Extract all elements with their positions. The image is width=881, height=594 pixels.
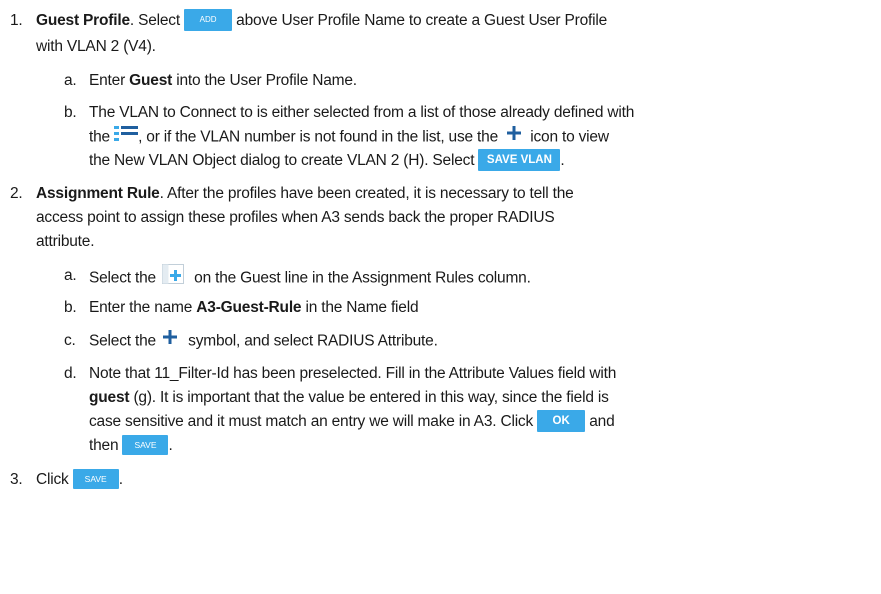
step-2c-text: Select the symbol, and select RADIUS Att… — [89, 330, 438, 352]
step-2d-letter: d. — [64, 365, 77, 382]
step-2-number: 2. — [10, 185, 23, 202]
step-2a-letter: a. — [64, 267, 77, 284]
step-2d-line-1: Note that 11_Filter-Id has been preselec… — [89, 365, 617, 382]
step-2d-line-2: guest (g). It is important that the valu… — [89, 389, 609, 406]
step-1-title: Guest Profile — [36, 12, 130, 30]
save-button[interactable]: SAVE — [72, 468, 119, 489]
save-button[interactable]: SAVE — [122, 434, 169, 455]
add-button[interactable]: ADD — [184, 9, 233, 31]
instruction-document: 1. Guest Profile. Select ADD above User … — [0, 0, 881, 594]
step-2-title: Assignment Rule — [36, 185, 160, 202]
plus-icon[interactable] — [506, 125, 522, 148]
step-2d-line-3: case sensitive and it must match an entr… — [89, 410, 615, 433]
step-2d-line-4: then SAVE. — [89, 434, 173, 457]
step-1b-line-2: the , or if the VLAN number is not found… — [89, 126, 609, 148]
add-rule-icon[interactable] — [162, 264, 185, 291]
step-2-line-3: attribute. — [36, 233, 95, 250]
step-1a-text: Enter Guest into the User Profile Name. — [89, 72, 357, 89]
step-1-number: 1. — [10, 12, 23, 29]
step-1a-letter: a. — [64, 72, 77, 89]
step-2a-text: Select the on the Guest line in the Assi… — [89, 264, 531, 287]
step-1-line-2: with VLAN 2 (V4). — [36, 38, 156, 55]
step-3-text: Click SAVE. — [36, 468, 123, 491]
ok-button[interactable]: OK — [537, 410, 586, 432]
step-2b-text: Enter the name A3-Guest-Rule in the Name… — [89, 299, 419, 316]
save-vlan-button[interactable]: SAVE VLAN — [478, 149, 561, 171]
step-1-line-1: Guest Profile. Select ADD above User Pro… — [36, 9, 607, 32]
step-1b-letter: b. — [64, 104, 77, 121]
step-2b-letter: b. — [64, 299, 77, 316]
step-1b-line-1: The VLAN to Connect to is either selecte… — [89, 104, 635, 121]
step-2-line-2: access point to assign these profiles wh… — [36, 209, 555, 226]
list-icon[interactable] — [114, 125, 139, 148]
plus-icon[interactable] — [162, 329, 178, 352]
step-2c-letter: c. — [64, 332, 76, 349]
step-3-number: 3. — [10, 471, 23, 488]
step-1b-line-3: the New VLAN Object dialog to create VLA… — [89, 149, 565, 172]
step-2-line-1: Assignment Rule. After the profiles have… — [36, 185, 574, 202]
